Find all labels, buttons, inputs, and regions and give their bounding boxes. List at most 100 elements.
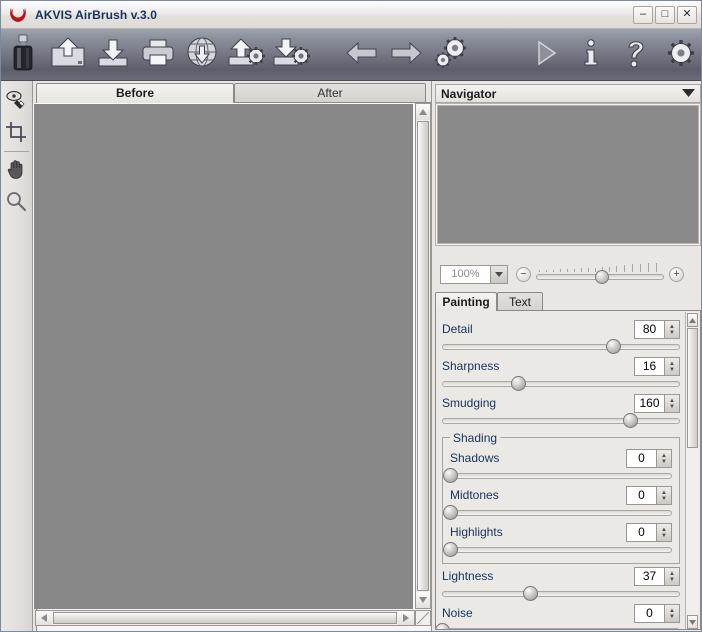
image-canvas[interactable] [33, 103, 413, 609]
settings-scroll-up-arrow[interactable] [687, 313, 698, 327]
param-value-lightness: 37 [642, 569, 657, 583]
slider-handle-lightness[interactable] [523, 586, 539, 601]
tab-painting[interactable]: Painting [435, 292, 497, 311]
stepper-shadows[interactable]: ▲ ▼ [656, 450, 671, 467]
stepper-down-icon[interactable]: ▼ [669, 577, 675, 583]
param-value-sharpness: 16 [642, 359, 657, 373]
stepper-down-icon[interactable]: ▼ [669, 404, 675, 410]
zoom-out-button[interactable]: − [516, 266, 531, 282]
tab-text[interactable]: Text [497, 292, 543, 311]
scroll-left-arrow[interactable] [36, 611, 52, 625]
slider-track[interactable] [442, 381, 680, 387]
param-slider-sharpness[interactable] [442, 376, 680, 391]
slider-handle-shadows[interactable] [443, 468, 458, 483]
run-processing-button[interactable] [524, 32, 569, 78]
stepper-down-icon[interactable]: ▼ [669, 330, 675, 336]
undo-button[interactable] [339, 32, 384, 78]
stepper-lightness[interactable]: ▲ ▼ [664, 568, 679, 585]
param-spin-sharpness[interactable]: 16 ▲ ▼ [634, 357, 680, 376]
settings-scroll-down-arrow[interactable] [687, 615, 698, 629]
stepper-down-icon[interactable]: ▼ [669, 614, 675, 620]
load-preset-button[interactable] [225, 32, 270, 78]
vertical-scroll-thumb[interactable] [417, 121, 429, 591]
param-spin-shadows[interactable]: 0 ▲ ▼ [626, 449, 672, 468]
param-spin-detail[interactable]: 80 ▲ ▼ [634, 320, 680, 339]
open-image-button[interactable] [46, 32, 91, 78]
scroll-down-arrow[interactable] [416, 592, 430, 608]
param-slider-midtones[interactable] [443, 505, 672, 520]
hand-tool-button[interactable] [1, 154, 31, 186]
zoom-in-button[interactable]: + [669, 266, 684, 282]
save-preset-button[interactable] [269, 32, 314, 78]
param-slider-shadows[interactable] [443, 468, 672, 483]
about-info-button[interactable] [569, 32, 614, 78]
slider-handle-smudging[interactable] [623, 413, 639, 428]
zoom-slider-handle[interactable] [595, 270, 610, 284]
stepper-down-icon[interactable]: ▼ [661, 496, 667, 502]
param-slider-noise[interactable] [436, 623, 680, 629]
slider-handle-highlights[interactable] [443, 542, 458, 557]
canvas-vertical-scrollbar[interactable] [415, 103, 431, 609]
slider-handle-detail[interactable] [606, 339, 622, 354]
stepper-down-icon[interactable]: ▼ [661, 459, 667, 465]
slider-track[interactable] [442, 344, 680, 350]
slider-track[interactable] [450, 547, 672, 553]
stepper-down-icon[interactable]: ▼ [661, 533, 667, 539]
slider-track[interactable] [450, 473, 672, 479]
help-button[interactable] [613, 32, 658, 78]
param-slider-smudging[interactable] [442, 413, 680, 428]
param-spin-lightness[interactable]: 37 ▲ ▼ [634, 567, 680, 586]
slider-handle-noise[interactable] [436, 623, 450, 629]
stepper-smudging[interactable]: ▲ ▼ [664, 395, 679, 412]
print-button[interactable] [135, 32, 180, 78]
slider-track[interactable] [442, 418, 680, 424]
stepper-midtones[interactable]: ▲ ▼ [656, 487, 671, 504]
batch-processing-button[interactable] [429, 32, 474, 78]
close-button[interactable]: ✕ [677, 5, 697, 24]
slider-track[interactable] [442, 628, 680, 629]
scroll-right-arrow[interactable] [398, 611, 414, 625]
param-spin-smudging[interactable]: 160 ▲ ▼ [634, 394, 680, 413]
param-spin-midtones[interactable]: 0 ▲ ▼ [626, 486, 672, 505]
param-spin-noise[interactable]: 0 ▲ ▼ [634, 604, 680, 623]
minimize-button[interactable]: – [633, 5, 653, 24]
slider-handle-sharpness[interactable] [511, 376, 527, 391]
history-brush-tool-button[interactable] [1, 85, 31, 117]
scroll-up-arrow[interactable] [416, 104, 430, 120]
settings-content: Detail 80 ▲ ▼ Sharpness 16 ▲ ▼ Smudging … [436, 311, 686, 629]
navigator-preview[interactable] [437, 105, 699, 244]
tab-before[interactable]: Before [36, 83, 234, 103]
slider-handle-midtones[interactable] [443, 505, 458, 520]
zoom-tool-button[interactable] [1, 186, 31, 218]
param-value-highlights: 0 [638, 525, 645, 539]
param-slider-lightness[interactable] [442, 586, 680, 601]
stepper-noise[interactable]: ▲ ▼ [664, 605, 679, 622]
zoom-level-value: 100% [451, 267, 480, 280]
stepper-down-icon[interactable]: ▼ [669, 367, 675, 373]
stepper-detail[interactable]: ▲ ▼ [664, 321, 679, 338]
slider-track[interactable] [442, 591, 680, 597]
chevron-down-icon[interactable] [490, 265, 507, 283]
zoom-level-combo[interactable]: 100% [440, 264, 508, 284]
settings-scrollbar[interactable] [685, 312, 699, 629]
chevron-down-icon[interactable] [682, 88, 695, 99]
navigator-header[interactable]: Navigator [435, 84, 701, 103]
stepper-highlights[interactable]: ▲ ▼ [656, 524, 671, 541]
airbrush-tool-button[interactable] [1, 32, 46, 78]
horizontal-scroll-thumb[interactable] [53, 612, 397, 624]
maximize-button[interactable]: □ [655, 5, 675, 24]
publish-web-button[interactable] [180, 32, 225, 78]
save-image-button[interactable] [90, 32, 135, 78]
canvas-horizontal-scrollbar[interactable] [35, 610, 415, 626]
zoom-slider[interactable] [536, 263, 664, 285]
param-slider-highlights[interactable] [443, 542, 672, 557]
tab-after[interactable]: After [234, 83, 426, 103]
slider-track[interactable] [450, 510, 672, 516]
settings-scroll-thumb[interactable] [687, 328, 698, 448]
preferences-button[interactable] [658, 32, 701, 78]
crop-tool-button[interactable] [1, 117, 31, 149]
param-slider-detail[interactable] [442, 339, 680, 354]
redo-button[interactable] [384, 32, 429, 78]
param-spin-highlights[interactable]: 0 ▲ ▼ [626, 523, 672, 542]
stepper-sharpness[interactable]: ▲ ▼ [664, 358, 679, 375]
